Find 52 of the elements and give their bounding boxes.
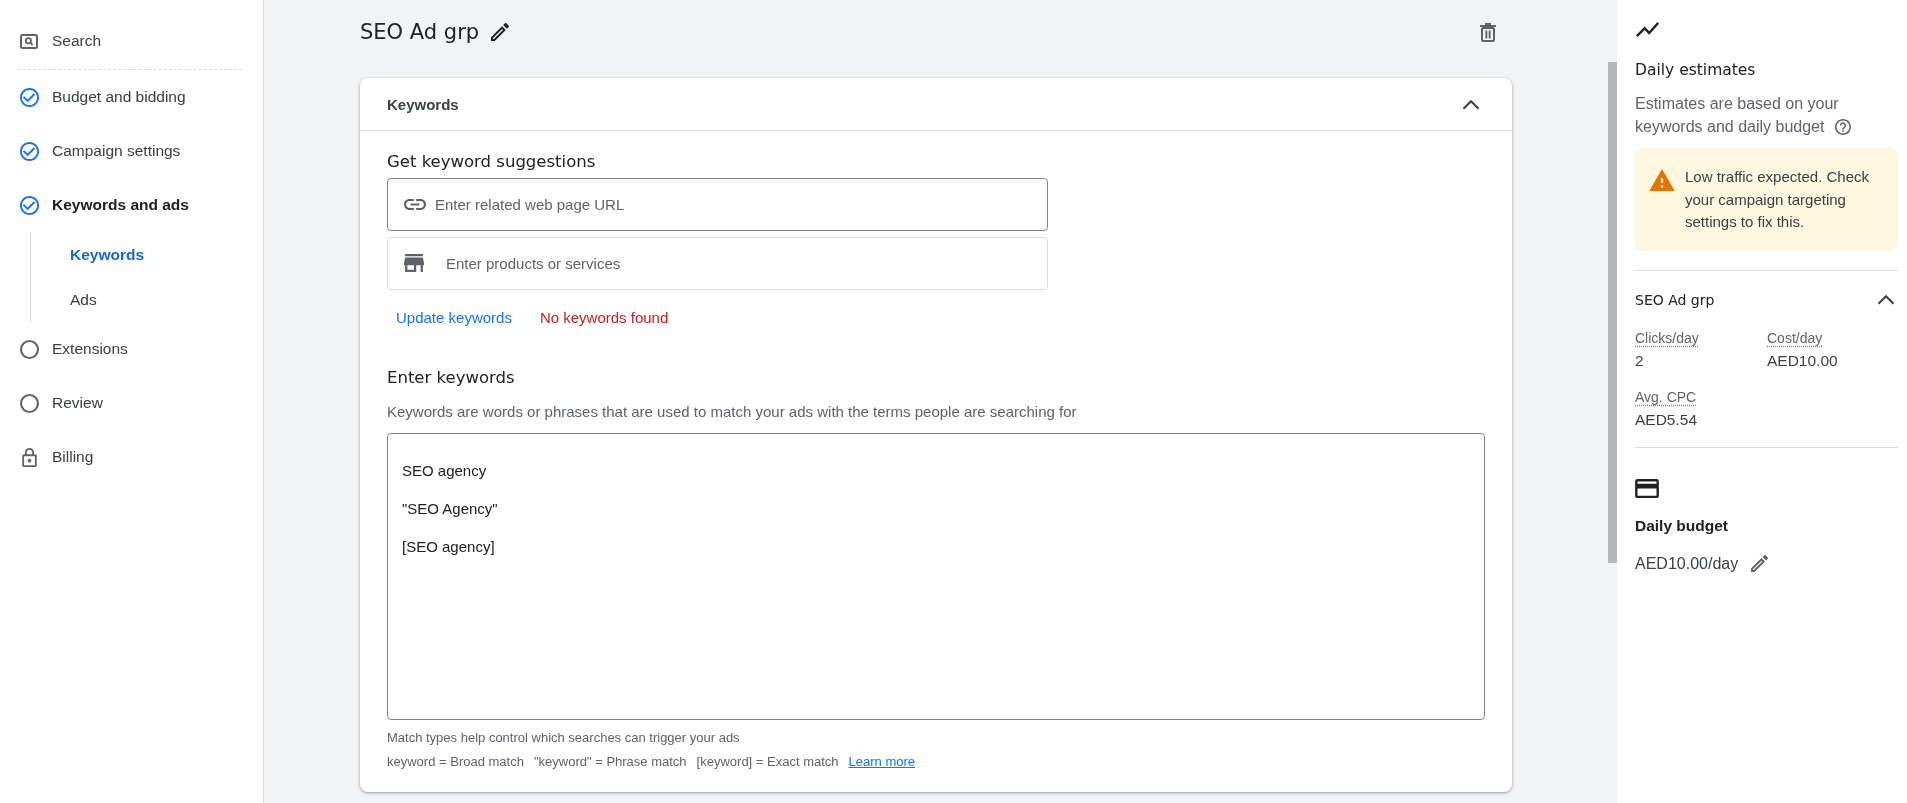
ad-group-title: SEO Ad grp xyxy=(360,20,480,44)
match-type-text: keyword = Broad match xyxy=(387,753,524,771)
match-type-text: [keyword] = Exact match xyxy=(696,753,839,771)
sidebar-subitem[interactable]: Ads xyxy=(70,290,97,309)
link-icon xyxy=(404,199,426,210)
warning-icon xyxy=(1649,169,1675,191)
keyword-text: "SEO Agency" xyxy=(402,499,498,519)
warning-text: Low traffic expected. Check your campaign targeting settings to fix this. xyxy=(1685,167,1870,232)
url-field[interactable]: Enter related web page URL xyxy=(387,178,1048,231)
sidebar-item[interactable]: Extensions xyxy=(20,339,128,359)
panel-title: Daily estimates xyxy=(1635,60,1756,81)
sidebar-item[interactable]: Campaign settings xyxy=(20,141,181,161)
credit-card-icon xyxy=(1635,478,1659,498)
store-icon xyxy=(404,254,424,272)
search-icon xyxy=(20,33,38,49)
section-heading: Enter keywords xyxy=(387,367,515,389)
estimates-description: Estimates are based on your keywords and daily budget xyxy=(1635,95,1839,135)
update-keywords-link[interactable]: Update keywords xyxy=(396,308,512,326)
budget-title: Daily budget xyxy=(1635,515,1728,536)
edit-icon[interactable] xyxy=(491,23,510,41)
status-message: No keywords found xyxy=(539,308,669,326)
edit-icon[interactable] xyxy=(1751,555,1769,572)
keyword-text: [SEO agency] xyxy=(402,537,495,557)
match-type-text: "keyword" = Phrase match xyxy=(533,753,687,771)
trend-line-icon xyxy=(1636,22,1659,37)
metric-label: Clicks/day xyxy=(1635,328,1699,348)
scrollbar-thumb[interactable] xyxy=(1608,62,1617,563)
budget-value: AED10.00/day xyxy=(1635,553,1739,574)
products-field[interactable]: Enter products or services xyxy=(387,237,1048,290)
help-text: Match types help control which searches can trigger your ads xyxy=(387,729,740,747)
campaign-type-text: Search xyxy=(52,32,102,50)
sidebar-item[interactable]: Billing xyxy=(20,447,94,467)
chevron-up-icon[interactable] xyxy=(1877,294,1895,305)
metric-label: Avg. CPC xyxy=(1635,387,1697,407)
help-icon[interactable] xyxy=(1835,119,1852,135)
metric-value: 2 xyxy=(1635,350,1644,371)
chevron-up-icon[interactable] xyxy=(1462,98,1480,110)
card-title: Keywords xyxy=(387,95,459,113)
metric-value: AED10.00 xyxy=(1767,350,1838,371)
sidebar-item[interactable]: Review xyxy=(20,393,103,413)
metric-value: AED5.54 xyxy=(1635,409,1698,430)
keyword-text: SEO agency xyxy=(402,461,487,481)
ad-group-name: SEO Ad grp xyxy=(1635,291,1715,308)
delete-icon[interactable] xyxy=(1480,22,1496,42)
metric-label: Cost/day xyxy=(1767,328,1823,348)
sidebar-item[interactable]: Keywords and ads xyxy=(20,195,189,215)
sidebar-item[interactable]: Budget and bidding xyxy=(20,87,186,107)
sidebar-subitem[interactable]: Keywords xyxy=(70,245,145,264)
keywords-description: Keywords are words or phrases that are used to match your ads with the terms people are searching for xyxy=(387,402,1077,422)
section-heading: Get keyword suggestions xyxy=(387,151,596,173)
keywords-field[interactable]: SEO agency "SEO Agency" [SEO agency] xyxy=(387,433,1485,720)
learn-more-link[interactable]: Learn more xyxy=(848,752,916,772)
